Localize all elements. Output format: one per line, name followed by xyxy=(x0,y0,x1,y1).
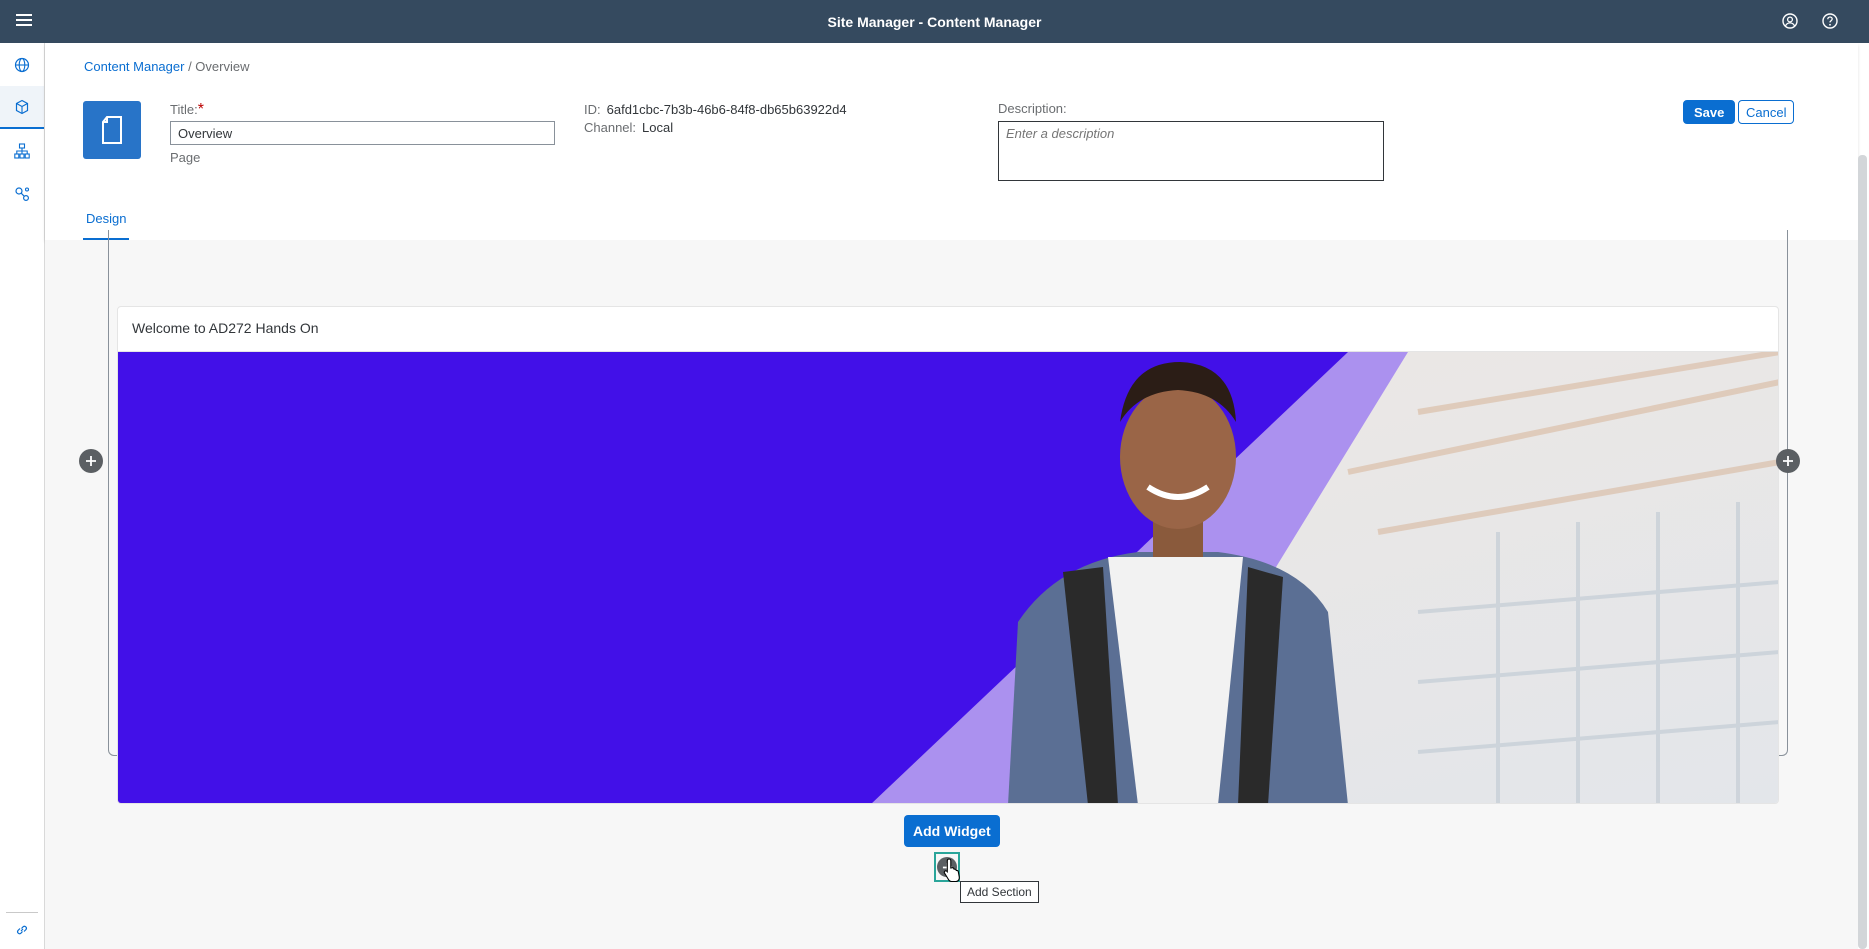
banner-image xyxy=(118,352,1778,803)
channel-row: Channel: Local xyxy=(584,119,847,137)
add-column-right-button[interactable] xyxy=(1776,449,1800,473)
breadcrumb-separator: / xyxy=(184,59,196,74)
app-title: Site Manager - Content Manager xyxy=(827,13,1042,30)
globe-icon xyxy=(14,57,30,72)
cube-icon xyxy=(15,99,29,114)
side-navigation xyxy=(0,43,45,949)
description-field[interactable] xyxy=(998,121,1384,181)
sidebar-item-link[interactable] xyxy=(0,915,44,945)
help-icon[interactable] xyxy=(1821,12,1839,30)
tab-design-label: Design xyxy=(86,211,127,226)
title-label: Title:* xyxy=(170,101,204,119)
breadcrumb-link-content-manager[interactable]: Content Manager xyxy=(84,59,184,74)
design-canvas: Welcome to AD272 Hands On Add Widget Add… xyxy=(45,230,1858,949)
breadcrumb-current: Overview xyxy=(195,59,250,74)
title-input[interactable] xyxy=(170,121,555,145)
sidebar-item-hierarchy[interactable] xyxy=(0,129,44,172)
required-marker: * xyxy=(197,101,204,118)
link-icon xyxy=(17,925,27,935)
plus-icon xyxy=(1783,456,1793,466)
plus-icon xyxy=(86,456,96,466)
id-value: 6afd1cbc-7b3b-46b6-84f8-db65b63922d4 xyxy=(606,102,847,117)
channel-value: Local xyxy=(642,120,674,135)
description-label: Description: xyxy=(998,101,1067,116)
widget-title: Welcome to AD272 Hands On xyxy=(118,307,1778,352)
add-widget-button[interactable]: Add Widget xyxy=(904,815,1000,847)
page-type-tile xyxy=(83,101,141,159)
vertical-scrollbar[interactable] xyxy=(1858,155,1867,949)
sidebar-divider xyxy=(6,912,38,913)
user-icon[interactable] xyxy=(1781,12,1799,30)
shell-actions xyxy=(1781,12,1839,30)
add-column-left-button[interactable] xyxy=(79,449,103,473)
menu-icon[interactable] xyxy=(14,11,34,31)
save-button[interactable]: Save xyxy=(1683,100,1736,124)
shell-bar: Site Manager - Content Manager xyxy=(0,0,1869,43)
cancel-button[interactable]: Cancel xyxy=(1738,100,1795,124)
id-label: ID: xyxy=(584,102,601,117)
page-metadata: ID: 6afd1cbc-7b3b-46b6-84f8-db65b63922d4 … xyxy=(584,101,847,137)
welcome-widget[interactable]: Welcome to AD272 Hands On xyxy=(117,306,1779,804)
breadcrumb: Content Manager / Overview xyxy=(84,59,249,74)
id-row: ID: 6afd1cbc-7b3b-46b6-84f8-db65b63922d4 xyxy=(584,101,847,119)
page-type-label: Page xyxy=(170,150,201,165)
page-header: Content Manager / Overview Title:* Page … xyxy=(45,43,1858,240)
sidebar-item-settings[interactable] xyxy=(0,172,44,215)
hand-cursor-icon xyxy=(943,858,960,883)
hierarchy-icon xyxy=(14,142,30,159)
document-icon xyxy=(102,116,122,144)
title-label-text: Title: xyxy=(170,102,198,117)
channel-label: Channel: xyxy=(584,120,637,135)
sidebar-item-sites[interactable] xyxy=(0,43,44,86)
sidebar-item-content-manager[interactable] xyxy=(0,86,44,129)
add-section-tooltip: Add Section xyxy=(960,881,1039,903)
settings-network-icon xyxy=(15,186,30,201)
